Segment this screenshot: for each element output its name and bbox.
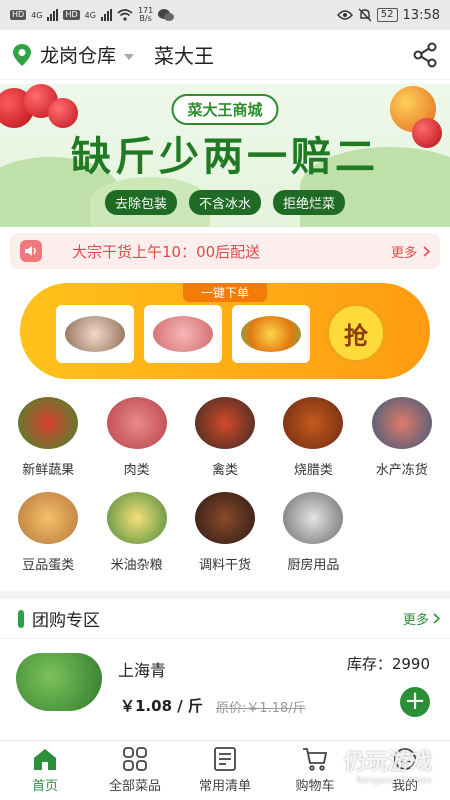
banner-pills: 去除包装 不含冰水 拒绝烂菜: [0, 190, 450, 215]
notice-more-label: 更多: [390, 245, 417, 261]
app-header: 龙岗仓库 菜大王: [0, 30, 450, 80]
category-image: [106, 397, 167, 449]
share-icon[interactable]: [412, 42, 438, 68]
category-item[interactable]: 豆品蛋类: [4, 492, 92, 573]
banner-pill: 不含冰水: [188, 190, 261, 215]
battery-indicator: 52: [376, 8, 398, 22]
category-label: 豆品蛋类: [22, 558, 75, 573]
speaker-icon: [20, 240, 42, 262]
product-card[interactable]: 上海青 库存：2990 ￥1.08 / 斤 原价:￥1.18/斤 +: [0, 639, 450, 731]
dish-thumbnail[interactable]: [56, 305, 134, 363]
category-item[interactable]: 肉类: [92, 397, 180, 478]
signal-icon-2: [100, 9, 112, 21]
category-label: 肉类: [123, 463, 150, 478]
category-item[interactable]: 烧腊类: [269, 397, 357, 478]
add-to-cart-button[interactable]: +: [400, 687, 430, 717]
category-image: [18, 397, 79, 449]
nav-home[interactable]: 首页: [0, 741, 90, 800]
location-pin-icon[interactable]: [12, 43, 32, 67]
category-label: 新鲜蔬果: [22, 463, 75, 478]
wifi-icon: [117, 9, 133, 21]
category-item[interactable]: 调料干货: [181, 492, 269, 573]
section-accent-bar: [18, 609, 24, 628]
nav-mine[interactable]: 我的: [360, 741, 450, 800]
nav-label: 常用清单: [198, 779, 251, 794]
network-type: 4G: [31, 10, 43, 20]
chevron-right-icon: [423, 245, 430, 257]
list-icon: [214, 747, 236, 771]
category-image: [194, 397, 255, 449]
nav-all-dishes[interactable]: 全部菜品: [90, 741, 180, 800]
category-item[interactable]: 米油杂粮: [92, 492, 180, 573]
category-grid: 新鲜蔬果 肉类 禽类 烧腊类 水产冻货 豆品蛋类 米油杂粮 调料干货 厨房用品: [0, 379, 450, 573]
category-label: 米油杂粮: [110, 558, 163, 573]
nav-common-list[interactable]: 常用清单: [180, 741, 270, 800]
group-more-link[interactable]: 更多: [402, 609, 441, 628]
clock: 13:58: [402, 7, 440, 23]
one-click-order-card[interactable]: 一键下单 抢: [20, 283, 430, 379]
chevron-right-icon: [433, 613, 441, 624]
category-label: 厨房用品: [287, 558, 340, 573]
banner-pill: 拒绝烂菜: [273, 190, 346, 215]
grab-button[interactable]: 抢: [326, 303, 386, 363]
bottom-nav: 首页 全部菜品 常用清单 购物车 我的: [0, 740, 450, 800]
category-label: 禽类: [211, 463, 238, 478]
speed-unit: B/s: [139, 14, 152, 23]
network-type-2: 4G: [84, 10, 96, 20]
category-image: [106, 492, 167, 544]
category-label: 调料干货: [198, 558, 251, 573]
nav-label: 我的: [391, 779, 418, 794]
status-bar: HD 4G HD 4G 171 B/s 52 13:58: [0, 0, 450, 30]
grid-icon: [123, 747, 147, 771]
shop-title: 菜大王: [154, 44, 215, 68]
cart-icon: [303, 748, 328, 771]
dish-thumbnail[interactable]: [144, 305, 222, 363]
promo-banner[interactable]: 菜大王商城 缺斤少两一赔二 去除包装 不含冰水 拒绝烂菜: [0, 84, 450, 227]
category-image: [371, 397, 432, 449]
banner-headline: 缺斤少两一赔二: [71, 133, 379, 180]
category-item[interactable]: 水产冻货: [358, 397, 446, 478]
notice-text: 大宗干货上午10：00后配送: [72, 242, 261, 261]
notice-bar[interactable]: 大宗干货上午10：00后配送 更多: [10, 233, 440, 269]
category-image: [194, 492, 255, 544]
category-image: [18, 492, 79, 544]
nav-cart[interactable]: 购物车: [270, 741, 360, 800]
nav-label: 购物车: [295, 779, 335, 794]
user-icon: [394, 748, 416, 770]
dish-thumbnail[interactable]: [232, 305, 310, 363]
chevron-down-icon[interactable]: [124, 53, 135, 60]
mute-bell-icon: [358, 8, 372, 22]
warehouse-selector[interactable]: 龙岗仓库: [40, 41, 116, 68]
product-image: [16, 653, 102, 711]
category-label: 水产冻货: [375, 463, 428, 478]
nav-label: 首页: [31, 779, 58, 794]
hd-badge: HD: [10, 10, 27, 20]
product-original-price: 原价:￥1.18/斤: [216, 701, 306, 716]
network-speed: 171 B/s: [138, 7, 153, 23]
banner-pill: 去除包装: [104, 190, 177, 215]
banner-brand: 菜大王商城: [171, 94, 279, 125]
hd-badge-2: HD: [63, 10, 80, 20]
home-icon: [34, 749, 56, 770]
one-click-title: 一键下单: [182, 283, 268, 302]
product-stock: 库存：2990: [346, 655, 430, 673]
section-divider: [0, 591, 450, 599]
category-image: [283, 492, 344, 544]
product-price: ￥1.08 / 斤: [120, 697, 203, 715]
category-label: 烧腊类: [293, 463, 333, 478]
group-buy-header: 团购专区 更多: [0, 599, 450, 639]
category-image: [283, 397, 344, 449]
section-title: 团购专区: [32, 611, 100, 631]
signal-icon: [47, 9, 59, 21]
eye-icon: [336, 10, 353, 20]
wechat-icon: [158, 9, 175, 21]
category-item[interactable]: 禽类: [181, 397, 269, 478]
category-item[interactable]: 厨房用品: [269, 492, 357, 573]
group-more-label: 更多: [402, 613, 429, 628]
nav-label: 全部菜品: [108, 779, 161, 794]
notice-more-link[interactable]: 更多: [391, 242, 430, 261]
category-item[interactable]: 新鲜蔬果: [4, 397, 92, 478]
